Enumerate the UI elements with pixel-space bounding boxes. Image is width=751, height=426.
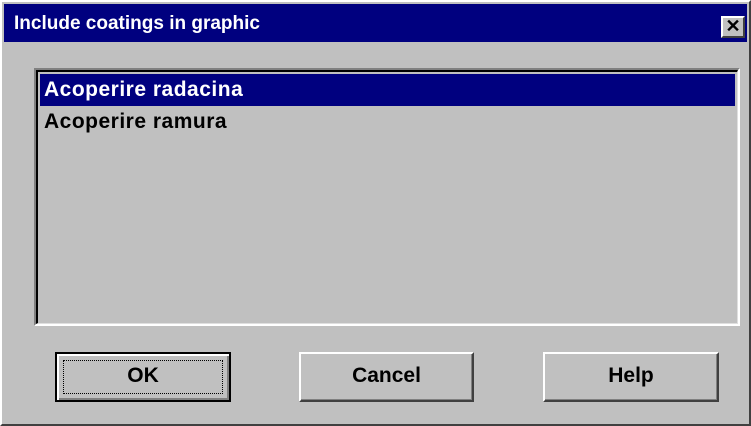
help-button-label: Help (608, 364, 654, 387)
close-icon[interactable]: ✕ (721, 16, 745, 38)
list-item-acoperire-radacina[interactable]: Acoperire radacina (40, 74, 735, 106)
coatings-listbox[interactable]: Acoperire radacina Acoperire ramura (34, 68, 740, 326)
cancel-button-label: Cancel (352, 364, 421, 387)
title-bar[interactable]: Include coatings in graphic ✕ (4, 4, 747, 42)
help-button[interactable]: Help (543, 352, 719, 402)
ok-button[interactable]: OK (55, 352, 231, 402)
cancel-button[interactable]: Cancel (299, 352, 474, 402)
window-title: Include coatings in graphic (14, 13, 260, 34)
list-item-acoperire-ramura[interactable]: Acoperire ramura (40, 106, 735, 138)
listbox-frame: Acoperire radacina Acoperire ramura (36, 70, 738, 324)
close-glyph: ✕ (725, 16, 741, 36)
dialog-window: Include coatings in graphic ✕ Acoperire … (0, 0, 751, 426)
ok-button-label: OK (127, 364, 159, 387)
